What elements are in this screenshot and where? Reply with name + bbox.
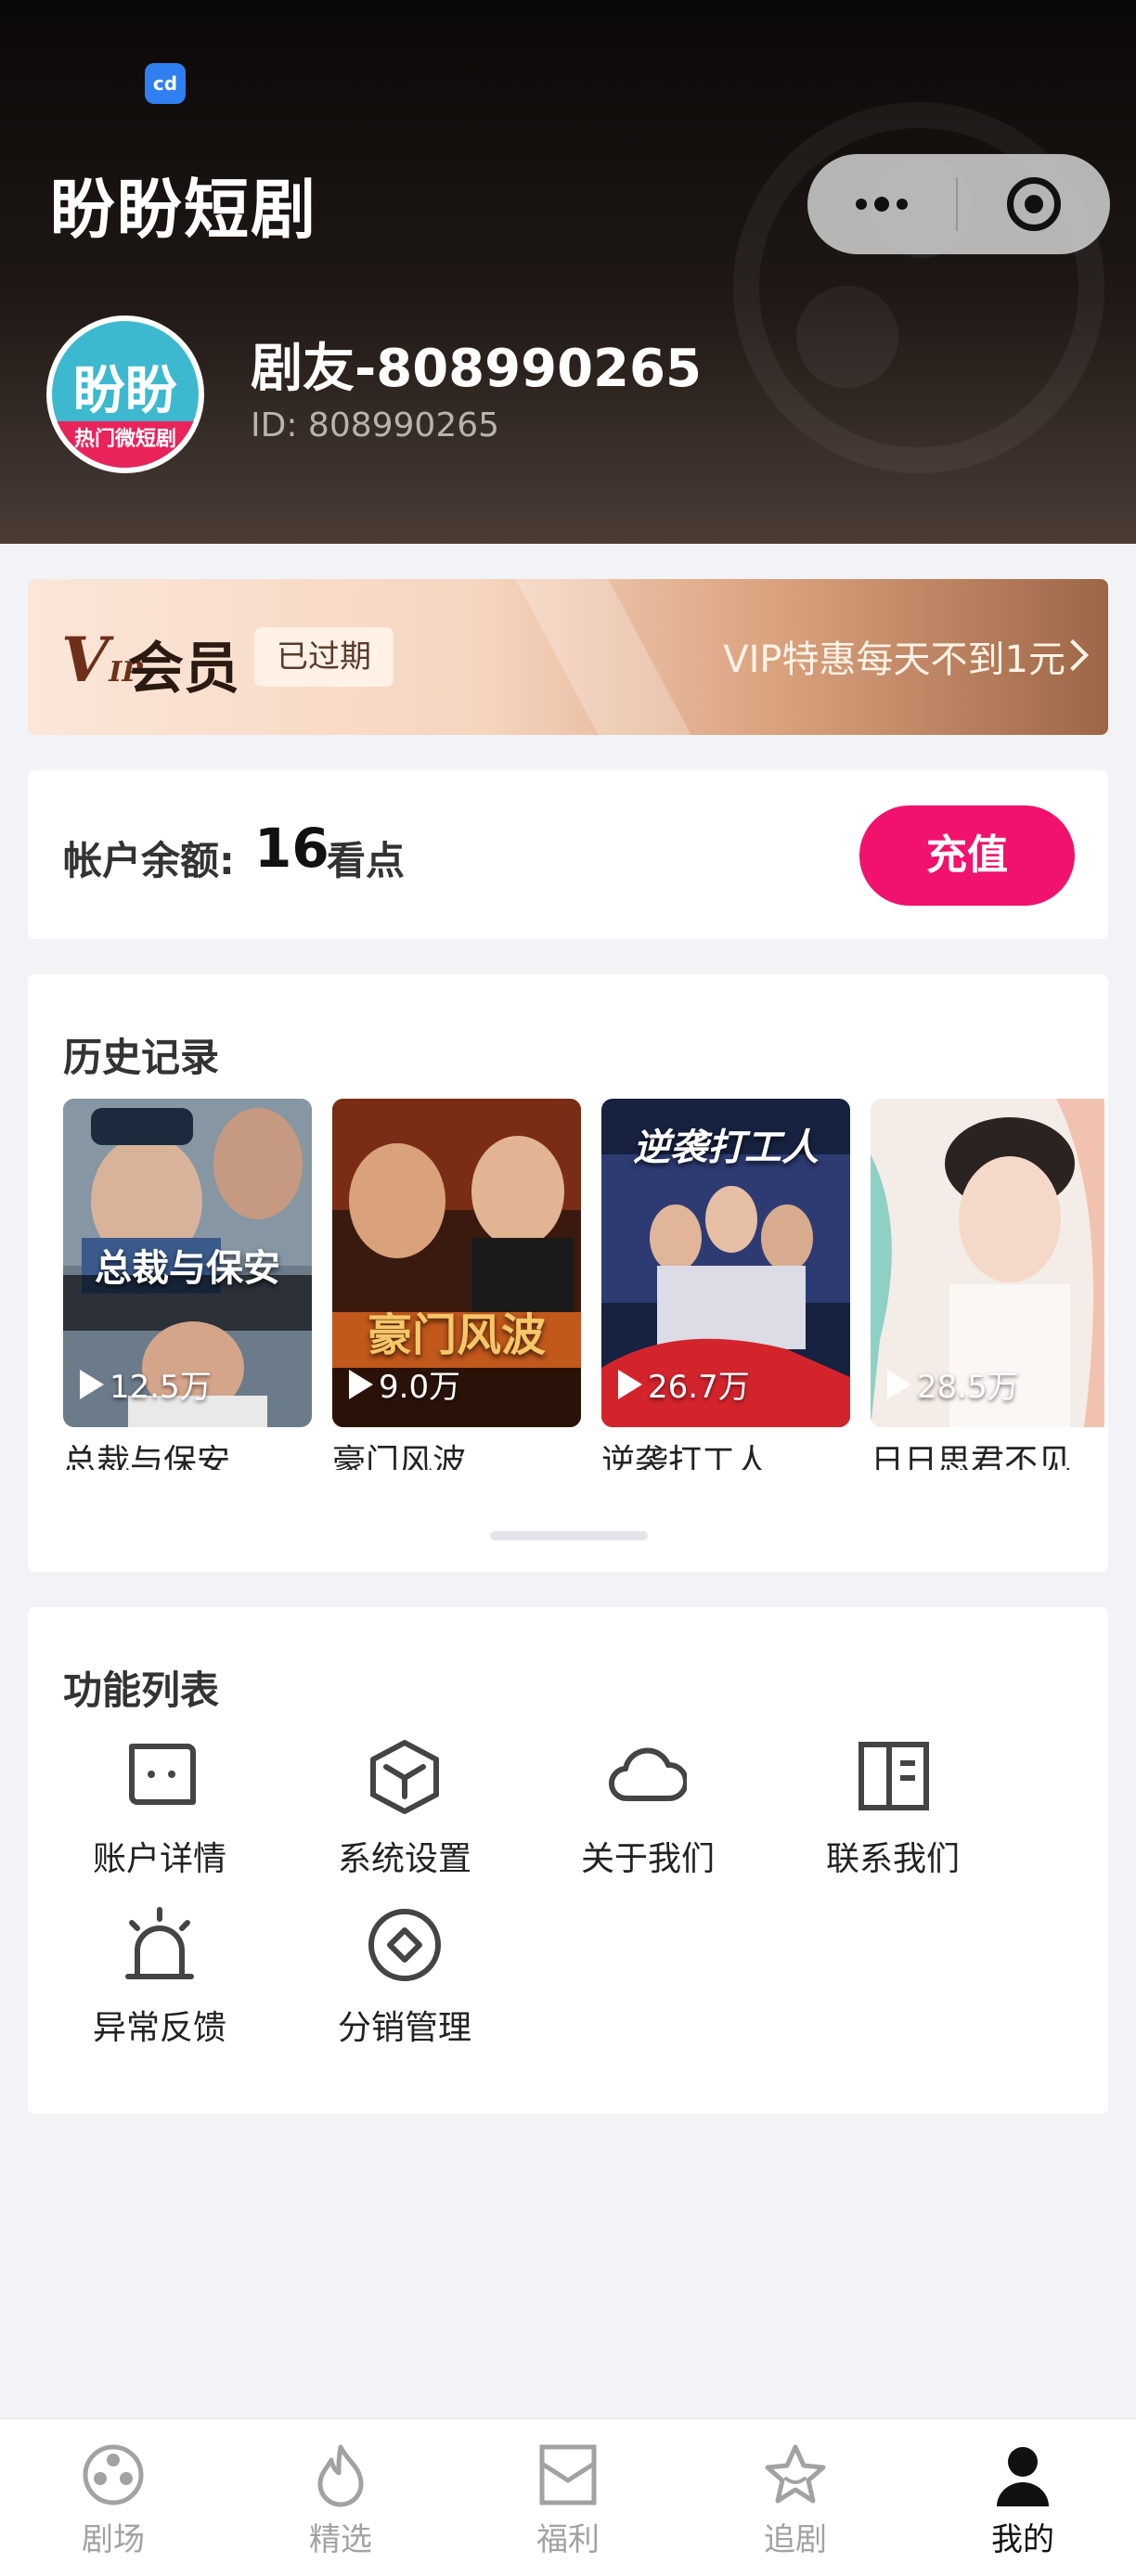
tab-label: 追剧 <box>764 2521 827 2558</box>
history-item[interactable]: 28.5万 日日思君不见 <box>871 1099 1104 1470</box>
tab-label: 剧场 <box>82 2521 145 2558</box>
person-icon <box>997 2447 1049 2506</box>
tab-label: 精选 <box>309 2521 372 2558</box>
user-id: ID: 808990265 <box>251 406 500 444</box>
func-system-settings[interactable]: 系统设置 <box>312 1737 497 1880</box>
flame-icon <box>317 2444 364 2507</box>
profile-header: cd 盼盼短剧 盼盼 热门微短剧 剧友-808990265 ID: 808990… <box>0 0 1136 544</box>
avatar-logo-subtext: 热门微短剧 <box>52 421 199 468</box>
cube-icon <box>370 1740 439 1814</box>
balance-value: 16 <box>254 817 329 880</box>
cloud-icon <box>609 1747 690 1802</box>
tab-mine[interactable]: 我的 <box>930 2441 1116 2559</box>
tab-label: 福利 <box>536 2521 600 2558</box>
poster-cover: 豪门风波 9.0万 <box>332 1099 581 1427</box>
func-label: 联系我们 <box>825 1840 960 1878</box>
poster-title-art: 逆袭打工人 <box>633 1126 819 1169</box>
target-close-icon <box>1007 177 1061 231</box>
history-list[interactable]: 总裁与保安 12.5万 总裁与保安 豪门风波 9.0万 豪门风波 逆袭打工人 2… <box>63 1099 1104 1470</box>
book-icon <box>858 1742 929 1810</box>
func-about-us[interactable]: 关于我们 <box>555 1737 741 1880</box>
more-dot-icon <box>856 199 867 210</box>
func-distribution[interactable]: 分销管理 <box>312 1906 497 2049</box>
star-icon <box>765 2444 826 2504</box>
play-icon <box>618 1369 642 1399</box>
play-count: 28.5万 <box>887 1361 1019 1407</box>
play-count: 12.5万 <box>80 1361 212 1407</box>
vip-title: 会员 <box>128 637 239 702</box>
bottom-tab-bar: 剧场 精选 福利 追剧 我的 <box>0 2418 1136 2576</box>
envelope-icon <box>539 2444 597 2505</box>
film-reel-icon <box>83 2444 144 2505</box>
tab-welfare[interactable]: 福利 <box>475 2441 661 2559</box>
poster-name: 日日思君不见 <box>871 1443 1072 1470</box>
balance-label: 帐户余额: <box>63 838 235 883</box>
history-title: 历史记录 <box>63 1035 220 1080</box>
vip-banner[interactable]: VIP 会员 已过期 VIP特惠每天不到1元 <box>28 579 1108 735</box>
vip-promo-text: VIP特惠每天不到1元 <box>723 638 1065 681</box>
close-mini-program-button[interactable] <box>958 154 1110 254</box>
functions-title: 功能列表 <box>63 1668 220 1713</box>
func-label: 系统设置 <box>337 1840 471 1878</box>
username: 剧友-808990265 <box>251 339 702 399</box>
poster-cover: 总裁与保安 12.5万 <box>63 1099 312 1427</box>
more-options-button[interactable] <box>807 154 956 254</box>
func-label: 异常反馈 <box>92 2009 226 2047</box>
alarm-icon <box>125 1907 194 1979</box>
poster-title-art: 总裁与保安 <box>95 1246 280 1290</box>
func-label: 分销管理 <box>337 2009 471 2047</box>
poster-name: 总裁与保安 <box>63 1443 231 1470</box>
functions-section: 功能列表 账户详情 系统设置 关于我们 联系我们 异常反馈 分销管理 <box>28 1607 1108 2114</box>
play-count: 26.7万 <box>618 1361 750 1407</box>
avatar-logo-text: 盼盼 <box>73 361 177 421</box>
tab-label: 我的 <box>991 2521 1054 2558</box>
balance-unit: 看点 <box>327 838 406 883</box>
app-title: 盼盼短剧 <box>50 172 317 248</box>
play-icon <box>349 1369 373 1399</box>
play-icon <box>887 1369 911 1399</box>
poster-name: 豪门风波 <box>332 1443 467 1470</box>
scroll-indicator <box>490 1531 648 1540</box>
recharge-button[interactable]: 充值 <box>859 805 1075 906</box>
status-app-icon: cd <box>145 63 186 104</box>
tab-following[interactable]: 追剧 <box>703 2441 888 2559</box>
poster-cover: 逆袭打工人 26.7万 <box>601 1099 850 1427</box>
tab-featured[interactable]: 精选 <box>248 2441 433 2559</box>
vip-status-badge: 已过期 <box>254 627 394 687</box>
play-count: 9.0万 <box>349 1361 460 1407</box>
func-label: 关于我们 <box>580 1840 715 1878</box>
play-icon <box>80 1369 104 1399</box>
tab-theater[interactable]: 剧场 <box>20 2441 206 2559</box>
poster-cover: 28.5万 <box>871 1099 1104 1427</box>
func-label: 账户详情 <box>92 1840 226 1878</box>
avatar[interactable]: 盼盼 热门微短剧 <box>46 316 204 473</box>
func-account-details[interactable]: 账户详情 <box>67 1737 252 1880</box>
history-section: 历史记录 总裁与保安 12.5万 总裁与保安 豪门风波 9.0万 豪门风波 逆袭… <box>28 974 1108 1572</box>
chat-face-icon <box>129 1744 196 1805</box>
func-feedback[interactable]: 异常反馈 <box>67 1906 252 2049</box>
history-item[interactable]: 逆袭打工人 26.7万 逆袭打工人 <box>601 1099 850 1470</box>
history-item[interactable]: 总裁与保安 12.5万 总裁与保安 <box>63 1099 312 1470</box>
balance-card: 帐户余额: 16 看点 充值 <box>28 770 1108 939</box>
poster-name: 逆袭打工人 <box>601 1443 769 1470</box>
poster-title-art: 豪门风波 <box>367 1309 546 1361</box>
avatar-image: 盼盼 热门微短剧 <box>52 321 199 468</box>
more-dot-icon <box>897 199 908 210</box>
more-dot-icon <box>874 197 889 212</box>
func-contact-us[interactable]: 联系我们 <box>800 1737 986 1880</box>
mini-program-capsule <box>807 154 1110 254</box>
history-item[interactable]: 豪门风波 9.0万 豪门风波 <box>332 1099 581 1470</box>
diamond-circle-icon <box>368 1909 441 1981</box>
